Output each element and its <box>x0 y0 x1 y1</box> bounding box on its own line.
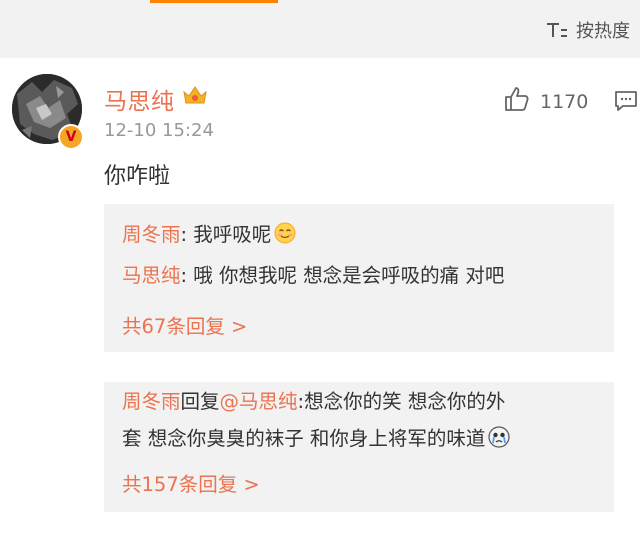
comment-icon[interactable] <box>614 90 638 116</box>
reply-text: : 我呼吸呢 <box>180 223 272 246</box>
sort-label: 按热度 <box>576 21 630 42</box>
username[interactable]: 马思纯 <box>104 82 175 116</box>
view-more-replies-link[interactable]: 共67条回复 > <box>122 310 247 339</box>
sort-icon <box>546 21 568 39</box>
vip-crown-icon <box>182 84 208 110</box>
reply-line: 周冬雨: 我呼吸呢 <box>122 222 296 250</box>
reply-author[interactable]: 马思纯 <box>122 264 181 287</box>
comment-timestamp: 12-10 15:24 <box>104 120 214 141</box>
comment-text: 你咋啦 <box>104 164 171 189</box>
reply-text: : 哦 你想我呢 想念是会呼吸的痛 对吧 <box>180 264 505 287</box>
view-more-replies-link[interactable]: 共157条回复 > <box>122 468 260 497</box>
reply-thread[interactable]: 周冬雨回复@马思纯:想念你的笑 想念你的外 套 想念你臭臭的袜子 和你身上将军的… <box>104 382 614 512</box>
reply-author[interactable]: 周冬雨 <box>122 223 181 246</box>
sort-by-hot-button[interactable]: 按热度 <box>546 16 630 44</box>
top-bar: 按热度 <box>0 0 640 58</box>
crying-emoji-icon <box>488 426 511 454</box>
reply-line: 马思纯: 哦 你想我呢 想念是会呼吸的痛 对吧 <box>122 264 504 288</box>
verified-badge-icon: V <box>58 124 84 150</box>
reply-text: :想念你的笑 想念你的外 <box>297 390 506 413</box>
reply-line: 周冬雨回复@马思纯:想念你的笑 想念你的外 <box>122 390 505 414</box>
mention-link[interactable]: @马思纯 <box>220 390 298 413</box>
like-button[interactable]: 1170 <box>504 86 588 117</box>
like-count: 1170 <box>540 90 589 113</box>
smile-emoji-icon <box>274 222 296 250</box>
comment-card: V 马思纯 12-10 15:24 1170 你咋啦 周冬雨: 我呼吸呢 马思纯… <box>0 58 640 534</box>
reply-line: 套 想念你臭臭的袜子 和你身上将军的味道 <box>122 426 511 454</box>
reply-author[interactable]: 周冬雨 <box>122 390 181 413</box>
reply-text: 套 想念你臭臭的袜子 和你身上将军的味道 <box>122 427 486 450</box>
thumbs-up-icon <box>504 86 530 117</box>
tab-indicator <box>150 0 278 3</box>
reply-prefix: 回复 <box>180 390 220 413</box>
reply-thread[interactable]: 周冬雨: 我呼吸呢 马思纯: 哦 你想我呢 想念是会呼吸的痛 对吧 共67条回复… <box>104 204 614 352</box>
